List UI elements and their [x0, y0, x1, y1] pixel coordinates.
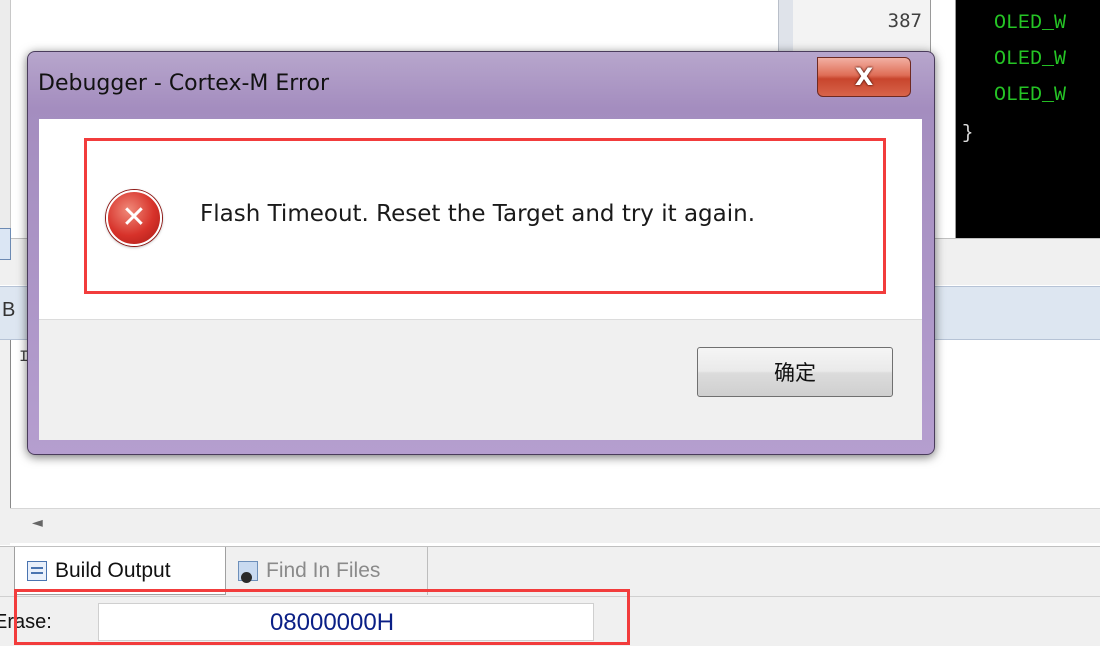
editor-left-strip [0, 0, 11, 238]
horizontal-scrollbar[interactable]: ◄ [10, 508, 1100, 543]
tab-label: Build Output [55, 558, 171, 582]
build-output-icon [27, 560, 47, 581]
code-line: OLED_W [994, 48, 1067, 71]
error-message: Flash Timeout. Reset the Target and try … [200, 201, 756, 227]
error-icon: ✕ [106, 190, 162, 246]
dialog-title: Debugger - Cortex-M Error [38, 71, 330, 96]
build-panel-left-strip [0, 340, 10, 545]
panel-tab-icon[interactable] [0, 228, 11, 260]
build-panel-title: B [2, 299, 16, 321]
find-in-files-icon [238, 561, 258, 583]
tab-label: Find In Files [266, 559, 381, 582]
line-number: 387 [887, 10, 922, 32]
scroll-left-icon[interactable]: ◄ [32, 515, 43, 531]
output-tabs: Build Output Find In Files [0, 546, 1100, 597]
tab-find-in-files[interactable]: Find In Files [226, 547, 428, 595]
ok-button[interactable]: 确定 [697, 347, 893, 397]
close-button[interactable]: X [817, 57, 911, 97]
status-value: 08000000H [98, 603, 594, 641]
code-closing-brace: } [962, 122, 974, 144]
code-line: OLED_W [994, 12, 1067, 35]
dialog-button-panel: 确定 [39, 319, 922, 440]
status-bar: Erase: 08000000H [0, 596, 1100, 646]
tab-build-output[interactable]: Build Output [14, 547, 226, 595]
dialog-content: ✕ Flash Timeout. Reset the Target and tr… [39, 119, 922, 319]
status-label: Erase: [0, 611, 52, 633]
code-editor[interactable]: OLED_W OLED_W OLED_W } [956, 0, 1100, 238]
error-dialog: Debugger - Cortex-M Error X ✕ Flash Time… [27, 51, 935, 455]
close-icon: X [854, 63, 874, 91]
code-line: OLED_W [994, 84, 1067, 107]
